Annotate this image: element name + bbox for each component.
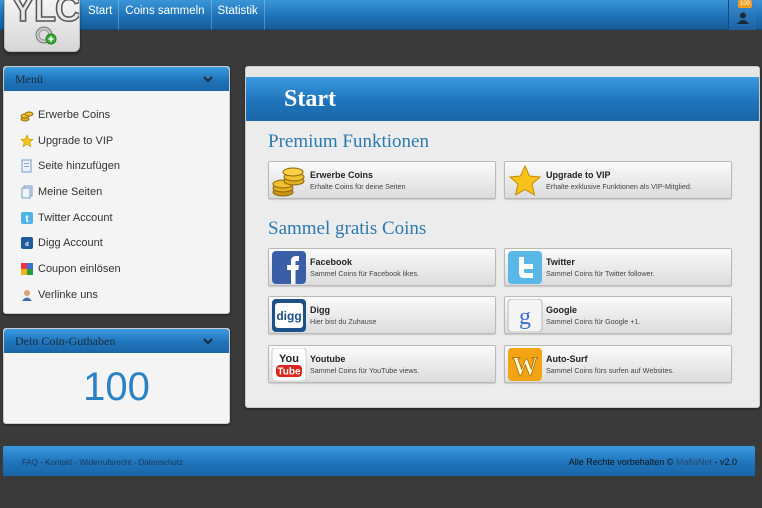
coin-count-badge: 100	[738, 0, 752, 8]
footer-links: FAQ - Kontakt - Widerrufsrecht - Datensc…	[22, 458, 183, 467]
menu-item-label: Twitter Account	[38, 211, 113, 224]
free-section-title: Sammel gratis Coins	[268, 218, 427, 239]
menu-item-coupon-einloesen[interactable]: Coupon einlösen	[4, 256, 229, 282]
twitter-icon: t	[21, 211, 33, 225]
footer-version: - v2.0	[714, 457, 737, 467]
nav-statistik[interactable]: Statistik	[212, 0, 265, 30]
footer-link-datenschutz[interactable]: Datenschutz	[139, 458, 183, 467]
menu-item-label: Seite hinzufügen	[38, 160, 120, 173]
card-title: Google	[546, 305, 577, 315]
footer-link-widerrufsrecht[interactable]: Widerrufsrecht	[79, 458, 131, 467]
main-content: Start Premium Funktionen Erwerbe Coins E…	[245, 66, 760, 408]
digg-icon: digg	[272, 299, 306, 332]
card-subtitle: Sammel Coins für Twitter follower.	[546, 269, 655, 278]
menu-item-meine-seiten[interactable]: Meine Seiten	[4, 179, 229, 205]
menu-item-twitter-account[interactable]: t Twitter Account	[4, 205, 229, 231]
svg-text:g: g	[519, 304, 531, 330]
footer-rights-text: Alle Rechte vorbehalten ©	[568, 457, 674, 467]
coin-panel-header[interactable]: Dein Coin-Guthaben	[4, 329, 229, 353]
digg-icon: d	[21, 237, 33, 250]
card-subtitle: Sammel Coins für Google +1.	[546, 317, 641, 326]
svg-text:W: W	[512, 352, 538, 381]
twitter-icon	[508, 251, 542, 284]
card-auto-surf[interactable]: W Auto-Surf Sammel Coins fürs surfen auf…	[504, 345, 732, 383]
card-subtitle: Hier bist du Zuhause	[310, 317, 377, 326]
menu-panel: Menü Erwerbe Coins Upgrade to VIP Seite …	[3, 66, 230, 314]
chevron-down-icon[interactable]	[203, 336, 213, 346]
menu-panel-header[interactable]: Menü	[4, 67, 229, 91]
menu-item-digg-account[interactable]: d Digg Account	[4, 230, 229, 256]
main-nav: Start Coins sammeln Statistik	[82, 0, 265, 30]
nav-coins-sammeln[interactable]: Coins sammeln	[119, 0, 212, 30]
menu-item-verlinke-uns[interactable]: Verlinke uns	[4, 282, 229, 308]
card-subtitle: Sammel Coins fürs surfen auf Websites.	[546, 366, 675, 375]
coins-icon	[20, 111, 34, 122]
premium-section-title: Premium Funktionen	[268, 131, 429, 152]
card-facebook[interactable]: Facebook Sammel Coins für Facebook likes…	[268, 248, 496, 286]
menu-item-label: Erwerbe Coins	[38, 108, 111, 121]
menu-panel-title: Menü	[15, 72, 43, 86]
top-navbar: Start Coins sammeln Statistik 100	[0, 0, 762, 30]
svg-text:d: d	[25, 242, 29, 248]
card-title: Youtube	[310, 354, 346, 364]
coin-balance-panel: Dein Coin-Guthaben 100	[3, 328, 230, 424]
user-icon	[737, 12, 749, 24]
page-add-icon	[21, 159, 32, 173]
card-title: Digg	[310, 305, 330, 315]
card-upgrade-vip[interactable]: Upgrade to VIP Erhalte exklusive Funktio…	[504, 161, 732, 199]
menu-item-upgrade-vip[interactable]: Upgrade to VIP	[4, 128, 229, 154]
footer-link-kontakt[interactable]: Kontakt	[45, 458, 72, 467]
menu-item-label: Coupon einlösen	[38, 262, 121, 275]
star-icon	[508, 164, 542, 197]
menu-item-label: Verlinke uns	[38, 288, 98, 301]
chevron-down-icon[interactable]	[203, 74, 213, 84]
menu-item-label: Digg Account	[38, 237, 103, 250]
footer-brand-link[interactable]: MafiaNet	[676, 457, 712, 467]
menu-item-erwerbe-coins[interactable]: Erwerbe Coins	[4, 102, 229, 128]
card-subtitle: Sammel Coins für YouTube views.	[310, 366, 420, 375]
footer-copyright: Alle Rechte vorbehalten © MafiaNet - v2.…	[569, 457, 737, 467]
card-title: Erwerbe Coins	[310, 170, 374, 180]
coupon-icon	[21, 262, 33, 275]
card-subtitle: Sammel Coins für Facebook likes.	[310, 269, 420, 278]
coins-icon	[272, 167, 305, 197]
menu-list: Erwerbe Coins Upgrade to VIP Seite hinzu…	[4, 91, 229, 308]
card-twitter[interactable]: Twitter Sammel Coins für Twitter followe…	[504, 248, 732, 286]
user-menu-button[interactable]: 100	[728, 0, 756, 30]
main-header: Start	[246, 67, 759, 121]
svg-text:You: You	[279, 353, 299, 365]
footer-link-faq[interactable]: FAQ	[22, 458, 38, 467]
card-title: Auto-Surf	[546, 354, 588, 364]
svg-text:Tube: Tube	[277, 367, 301, 378]
card-title: Upgrade to VIP	[546, 170, 611, 180]
nav-start[interactable]: Start	[82, 0, 120, 30]
card-title: Twitter	[546, 257, 575, 267]
card-subtitle: Erhalte Coins für deine Seiten	[310, 182, 406, 191]
svg-text:digg: digg	[276, 309, 301, 323]
page-title: Start	[284, 86, 336, 112]
site-logo[interactable]: YLC	[4, 0, 80, 52]
footer-separator: -	[131, 458, 139, 467]
footer: FAQ - Kontakt - Widerrufsrecht - Datensc…	[3, 446, 755, 476]
autosurf-icon: W	[508, 348, 542, 381]
facebook-icon	[272, 251, 306, 284]
menu-item-label: Meine Seiten	[38, 185, 103, 198]
pages-icon	[21, 185, 33, 199]
user-link-icon	[22, 289, 32, 301]
card-google[interactable]: g Google Sammel Coins für Google +1.	[504, 296, 732, 334]
card-youtube[interactable]: You Tube Youtube Sammel Coins für YouTub…	[268, 345, 496, 383]
coin-add-icon	[35, 26, 57, 45]
google-icon: g	[507, 299, 543, 332]
coin-balance-value: 100	[83, 365, 150, 409]
card-erwerbe-coins[interactable]: Erwerbe Coins Erhalte Coins für deine Se…	[268, 161, 496, 199]
card-digg[interactable]: digg Digg Hier bist du Zuhause	[268, 296, 496, 334]
coin-panel-title: Dein Coin-Guthaben	[15, 334, 116, 348]
menu-item-label: Upgrade to VIP	[38, 134, 114, 147]
star-icon	[20, 133, 34, 147]
card-subtitle: Erhalte exklusive Funktionen als VIP-Mit…	[546, 182, 692, 191]
youtube-icon: You Tube	[271, 348, 307, 381]
card-title: Facebook	[310, 257, 353, 267]
menu-item-seite-hinzufuegen[interactable]: Seite hinzufügen	[4, 153, 229, 179]
